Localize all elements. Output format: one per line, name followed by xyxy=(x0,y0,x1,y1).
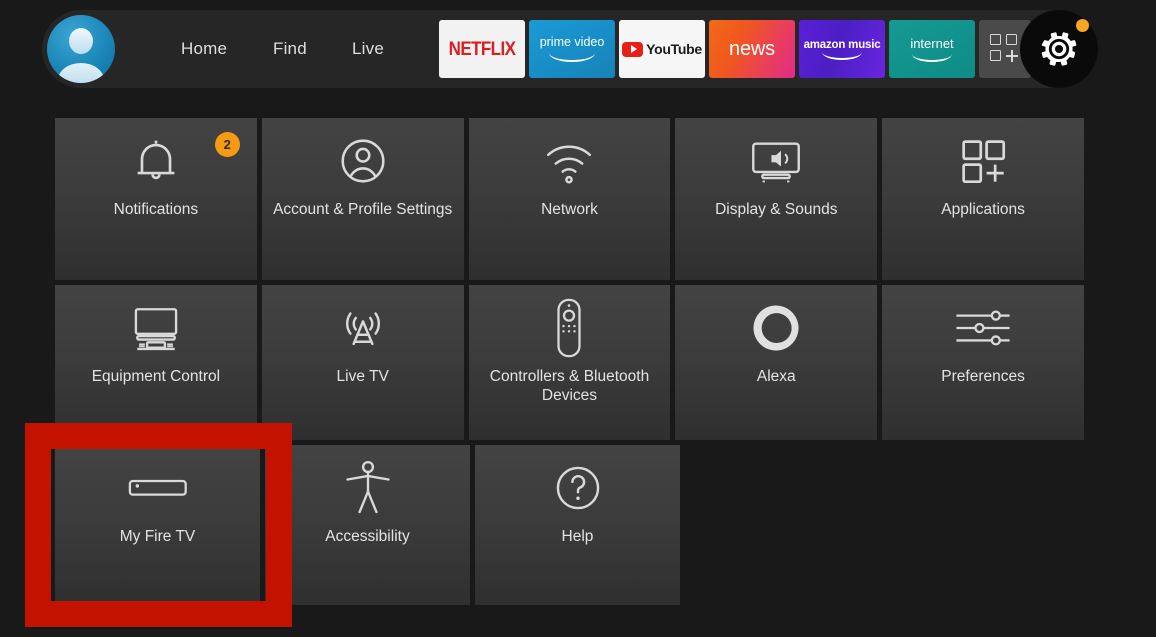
profile-avatar[interactable] xyxy=(47,15,115,83)
settings-tile-applications[interactable]: Applications xyxy=(882,118,1084,280)
settings-tile-equipment-control[interactable]: Equipment Control xyxy=(55,285,257,440)
settings-row-1: Notifications 2 Account & Profile Settin… xyxy=(55,118,1084,280)
app-grid-plus-icon xyxy=(956,122,1010,200)
amazon-smile-icon xyxy=(912,52,952,62)
settings-tile-help[interactable]: Help xyxy=(475,445,680,605)
settings-tile-account-profile-settings[interactable]: Account & Profile Settings xyxy=(261,118,464,280)
internet-wordmark: internet xyxy=(910,36,954,51)
avatar-body xyxy=(58,63,104,83)
alexa-ring-icon xyxy=(750,289,802,367)
avatar-head xyxy=(69,28,93,54)
nav-item-find[interactable]: Find xyxy=(273,39,307,59)
amazon-smile-icon xyxy=(549,50,595,63)
tv-speaker-icon xyxy=(746,122,806,200)
nav-item-home[interactable]: Home xyxy=(181,39,227,59)
fire-tv-stick-icon xyxy=(127,449,189,527)
wifi-icon xyxy=(540,122,598,200)
settings-tile-label: Account & Profile Settings xyxy=(273,201,453,218)
settings-tile-label: Display & Sounds xyxy=(715,201,838,218)
settings-tile-label: Live TV xyxy=(336,368,389,385)
amazon-smile-icon xyxy=(821,51,862,60)
settings-tile-label: Controllers & Bluetooth Devices xyxy=(489,368,650,405)
notification-dot xyxy=(1076,19,1089,32)
news-wordmark: news xyxy=(729,37,775,60)
nav-item-live[interactable]: Live xyxy=(352,39,384,59)
app-grid-plus-icon xyxy=(990,34,1020,64)
settings-tile-label: Help xyxy=(561,528,594,545)
settings-tile-label: Accessibility xyxy=(325,528,410,545)
bell-icon xyxy=(127,122,185,200)
sliders-icon xyxy=(952,289,1014,367)
settings-tile-display-sounds[interactable]: Display & Sounds xyxy=(675,118,878,280)
settings-tile-grid: Notifications 2 Account & Profile Settin… xyxy=(55,118,1084,610)
app-tile-netflix[interactable]: NETFLIX xyxy=(439,20,525,78)
youtube-play-icon xyxy=(622,41,644,57)
settings-row-2: Equipment Control Live TV Controllers & … xyxy=(55,285,1084,440)
person-circle-icon xyxy=(334,122,392,200)
question-circle-icon xyxy=(550,449,606,527)
settings-tile-notifications[interactable]: Notifications 2 xyxy=(55,118,257,280)
netflix-wordmark: NETFLIX xyxy=(448,37,516,60)
antenna-icon xyxy=(335,289,391,367)
settings-tile-alexa[interactable]: Alexa xyxy=(675,285,878,440)
app-tile-prime-video[interactable]: prime video xyxy=(529,20,615,78)
fire-tv-settings-screen: Home Find Live NETFLIX prime video YouTu… xyxy=(0,0,1156,637)
accessibility-person-icon xyxy=(343,449,393,527)
settings-tile-preferences[interactable]: Preferences xyxy=(882,285,1084,440)
settings-tile-live-tv[interactable]: Live TV xyxy=(261,285,464,440)
settings-tile-label: Equipment Control xyxy=(91,368,221,385)
settings-tile-network[interactable]: Network xyxy=(468,118,671,280)
notification-count-badge: 2 xyxy=(214,132,240,157)
app-tile-amazon-music[interactable]: amazon music xyxy=(799,20,885,78)
amazon-music-wordmark: amazon music xyxy=(803,38,881,51)
settings-tile-label: Preferences xyxy=(941,368,1025,385)
settings-tile-label: My Fire TV xyxy=(119,528,196,545)
app-shortcut-strip: NETFLIX prime video YouTube news amazon … xyxy=(439,19,1031,79)
tv-keyboard-icon xyxy=(127,289,185,367)
remote-control-icon xyxy=(552,289,586,367)
app-tile-news[interactable]: news xyxy=(709,20,795,78)
top-navigation-bar: Home Find Live NETFLIX prime video YouTu… xyxy=(42,10,1098,88)
settings-row-3: My Fire TV Accessibility Help xyxy=(55,445,1084,605)
prime-video-wordmark: prime video xyxy=(539,34,605,49)
gear-icon xyxy=(1041,32,1077,66)
app-tile-youtube[interactable]: YouTube xyxy=(619,20,705,78)
settings-tile-label: Applications xyxy=(941,201,1025,218)
settings-tile-accessibility[interactable]: Accessibility xyxy=(265,445,470,605)
settings-tile-label: Notifications xyxy=(113,201,199,218)
settings-gear-button[interactable] xyxy=(1020,10,1098,88)
settings-tile-controllers-bluetooth-devices[interactable]: Controllers & Bluetooth Devices xyxy=(468,285,671,440)
settings-tile-label: Network xyxy=(541,201,598,218)
youtube-wordmark: YouTube xyxy=(646,41,702,57)
settings-tile-label: Alexa xyxy=(756,368,796,385)
settings-tile-my-fire-tv[interactable]: My Fire TV xyxy=(55,445,260,605)
app-tile-internet[interactable]: internet xyxy=(889,20,975,78)
